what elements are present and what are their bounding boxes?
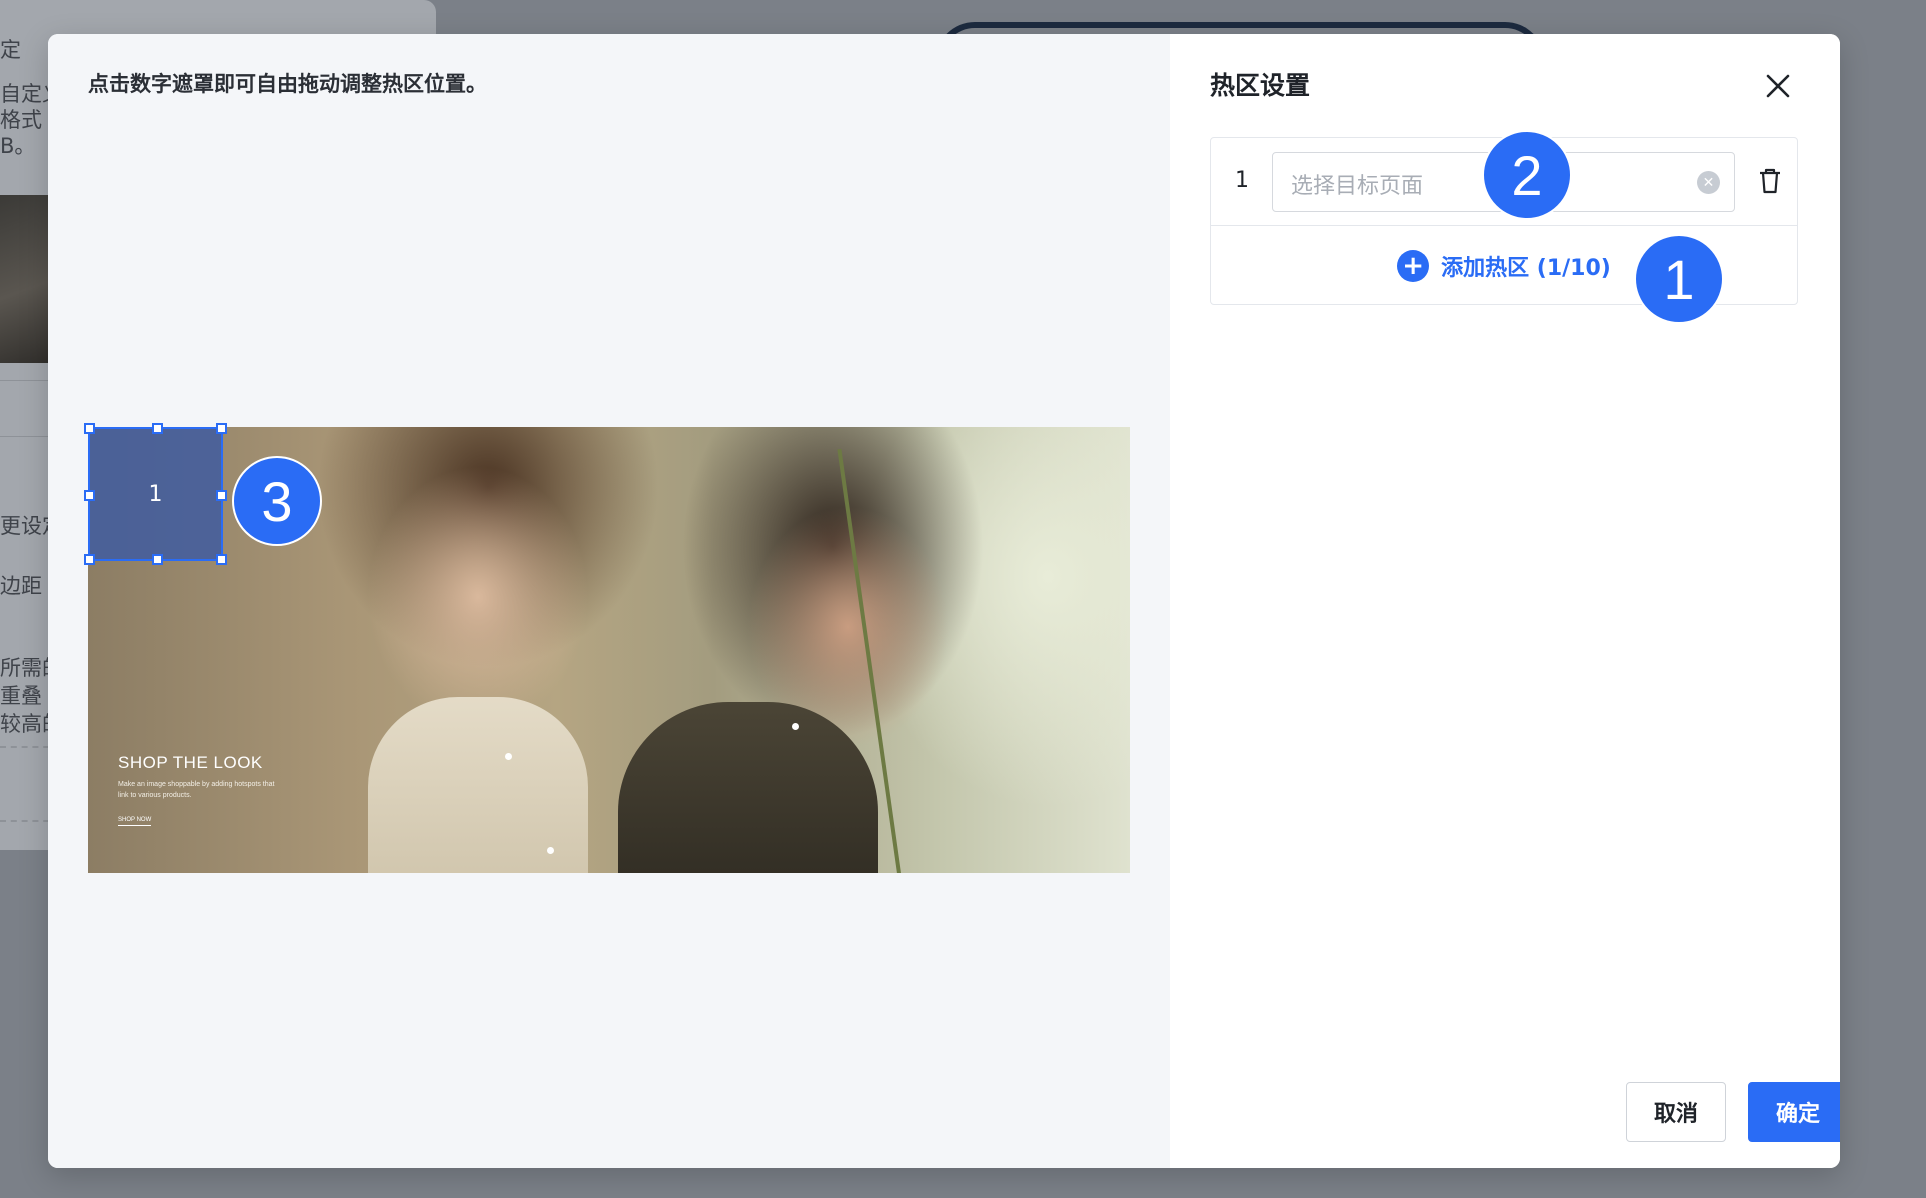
- resize-handle-top[interactable]: [152, 423, 163, 434]
- bg-text: 边距: [0, 574, 42, 598]
- bg-text: B。: [0, 134, 36, 158]
- banner-link: SHOP NOW: [118, 817, 152, 826]
- banner-body: Make an image shoppable by adding hotspo…: [118, 781, 275, 799]
- hotspot-mask-1[interactable]: 1: [84, 423, 227, 565]
- editor-hint: 点击数字遮罩即可自由拖动调整热区位置。: [88, 72, 487, 96]
- resize-handle-left[interactable]: [84, 490, 95, 501]
- add-hotspot-label: 添加热区 (1/10): [1441, 256, 1611, 281]
- trash-icon: [1760, 168, 1780, 194]
- resize-handle-bottom-right[interactable]: [216, 554, 227, 565]
- image-editor-pane: 点击数字遮罩即可自由拖动调整热区位置。 SHOP THE LOOK Make a…: [48, 34, 1170, 1168]
- confirm-button[interactable]: 确定: [1748, 1082, 1840, 1142]
- resize-handle-top-right[interactable]: [216, 423, 227, 434]
- select-placeholder: 选择目标页面: [1291, 174, 1424, 199]
- hotspot-dot: [547, 847, 554, 854]
- resize-handle-top-left[interactable]: [84, 423, 95, 434]
- bg-text: 定: [0, 38, 21, 62]
- hotspot-settings-modal: 点击数字遮罩即可自由拖动调整热区位置。 SHOP THE LOOK Make a…: [48, 34, 1840, 1168]
- resize-handle-bottom[interactable]: [152, 554, 163, 565]
- resize-handle-right[interactable]: [216, 490, 227, 501]
- close-icon: [1766, 74, 1790, 98]
- close-button[interactable]: [1756, 64, 1800, 108]
- step-marker: 2: [1482, 130, 1572, 220]
- cancel-button[interactable]: 取消: [1626, 1082, 1726, 1142]
- hotspot-dot: [505, 753, 512, 760]
- bg-text: 重叠: [0, 684, 42, 708]
- step-marker: 3: [232, 456, 322, 546]
- panel-title: 热区设置: [1210, 71, 1311, 100]
- resize-handle-bottom-left[interactable]: [84, 554, 95, 565]
- delete-hotspot-button[interactable]: [1753, 162, 1787, 200]
- figure-left: [368, 697, 588, 873]
- hotspot-dot: [792, 723, 799, 730]
- hotspot-row-index: 1: [1235, 168, 1249, 193]
- plus-circle-icon: +: [1397, 250, 1430, 282]
- step-marker: 1: [1634, 234, 1724, 324]
- clear-icon[interactable]: ✕: [1697, 171, 1720, 194]
- hotspot-number: 1: [148, 481, 163, 507]
- figure-right: [618, 702, 878, 873]
- banner-title: SHOP THE LOOK: [118, 753, 263, 772]
